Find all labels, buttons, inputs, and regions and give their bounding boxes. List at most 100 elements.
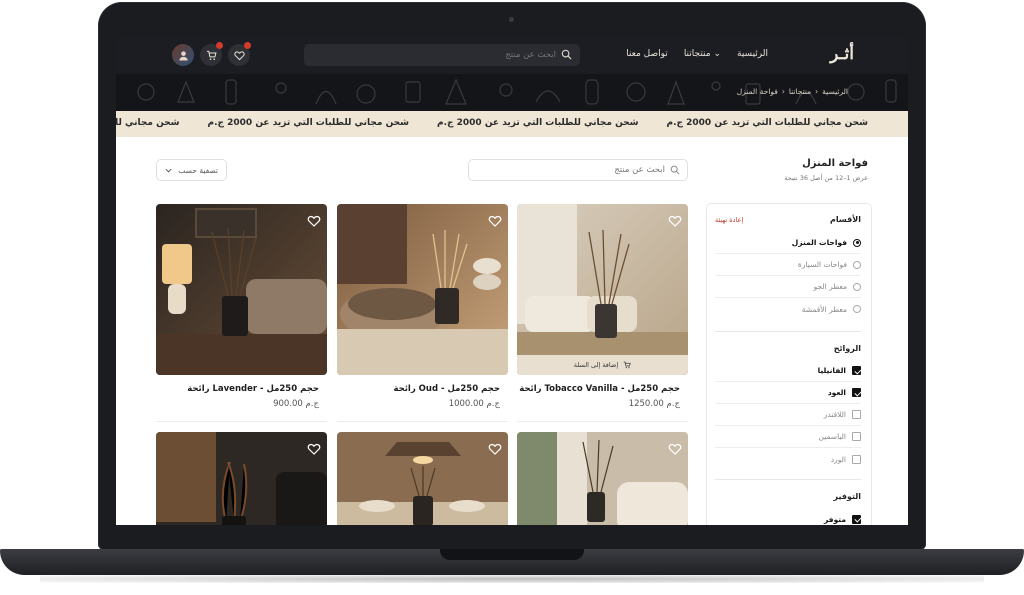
chevron-down-icon: [165, 168, 172, 172]
result-count: عرض 1–12 من أصل 36 نتيجة: [784, 174, 868, 182]
nav-contact[interactable]: تواصل معنا: [626, 49, 668, 59]
shipping-ticker: شحن مجاني للطلبات التي تزيد عن 2000 ج.م …: [116, 111, 908, 137]
heart-icon: [233, 50, 245, 60]
header-icons: [172, 42, 251, 66]
product-image[interactable]: [156, 204, 327, 375]
product-image[interactable]: [156, 432, 327, 525]
hero-banner: الرئيسية › منتجاتنا › فواحة المنزل: [116, 74, 908, 111]
scent-label: اللافندر: [823, 410, 846, 419]
availability-heading: التوفير: [833, 492, 861, 501]
main-nav: الرئيسية منتجاتنا ⌄ تواصل معنا: [626, 49, 768, 59]
heart-icon[interactable]: [488, 214, 502, 228]
heart-icon[interactable]: [668, 442, 682, 456]
availability-option[interactable]: متوفر: [715, 508, 861, 525]
screen: أثـر الرئيسية منتجاتنا ⌄ تواصل معنا ابحث…: [116, 36, 908, 525]
ticker-item: شحن مجاني للطلبات التي تزيد عن 2000 ج.م: [207, 118, 410, 128]
heart-icon[interactable]: [307, 214, 321, 228]
card-divider: [517, 414, 688, 422]
product-name[interactable]: رائحة Lavender - حجم 250مل: [187, 384, 319, 394]
scent-label: الورد: [830, 454, 846, 464]
product-price: 900.00 ج.م: [273, 399, 319, 409]
scents-heading: الروائح: [833, 344, 861, 353]
product-image[interactable]: [337, 432, 508, 525]
laptop-notch: [440, 549, 584, 560]
crumb-products[interactable]: منتجاتنا: [789, 87, 811, 96]
cart-button[interactable]: [200, 42, 223, 66]
radio-button[interactable]: [853, 282, 861, 291]
product-photo: [337, 432, 508, 525]
search-icon[interactable]: [561, 49, 572, 60]
product-image[interactable]: [517, 432, 688, 525]
availability-label: متوفر: [824, 514, 846, 524]
category-option[interactable]: فواحات المنزل: [715, 232, 861, 254]
checkbox[interactable]: [852, 514, 861, 524]
page-title: فواحة المنزل: [802, 158, 868, 169]
scent-label: الفانيليا: [817, 366, 846, 375]
user-avatar[interactable]: [172, 44, 194, 66]
add-to-cart-button[interactable]: إضافة إلى السلة: [517, 355, 688, 375]
category-option[interactable]: فواحات السيارة: [715, 254, 861, 276]
product-image[interactable]: إضافة إلى السلة: [517, 204, 688, 375]
scent-option[interactable]: الورد: [715, 448, 861, 470]
product-name[interactable]: رائحة Oud - حجم 250مل: [393, 384, 500, 394]
divider: [715, 331, 861, 332]
breadcrumb: الرئيسية › منتجاتنا › فواحة المنزل: [737, 87, 848, 96]
checkbox[interactable]: [852, 388, 861, 397]
site-logo[interactable]: أثـر: [830, 44, 854, 64]
heart-icon[interactable]: [668, 214, 682, 228]
reset-filters-link[interactable]: إعادة تهيئة: [715, 216, 743, 224]
category-label: فواحات المنزل: [791, 238, 847, 247]
category-label: معطر الجو: [813, 282, 847, 291]
filter-sidebar: الأقسام إعادة تهيئة فواحات المنزل فواحات…: [706, 203, 872, 525]
scent-option[interactable]: العود: [715, 382, 861, 404]
product-photo: [156, 432, 327, 525]
sort-label: تصفية حسب: [178, 165, 218, 175]
cart-icon: [206, 50, 217, 60]
scent-option[interactable]: الفانيليا: [715, 360, 861, 382]
product-photo: [517, 204, 688, 375]
product-price: 1000.00 ج.م: [448, 399, 500, 409]
nav-products[interactable]: منتجاتنا ⌄: [684, 49, 721, 59]
scent-option[interactable]: الياسمين: [715, 426, 861, 448]
nav-home[interactable]: الرئيسية: [737, 49, 768, 59]
product-photo: [517, 432, 688, 525]
camera-dot: [509, 17, 514, 22]
checkbox[interactable]: [852, 432, 861, 441]
wishlist-button[interactable]: [228, 42, 251, 66]
sort-dropdown[interactable]: تصفية حسب: [156, 159, 227, 181]
categories-heading: الأقسام: [830, 215, 861, 224]
product-photo: [156, 204, 327, 375]
product-search: [468, 159, 688, 181]
category-label: معطر الأقمشة: [801, 304, 847, 314]
radio-button[interactable]: [853, 260, 861, 269]
product-name[interactable]: رائحة Tobacco Vanilla - حجم 250مل: [519, 384, 680, 394]
category-option[interactable]: معطر الجو: [715, 276, 861, 298]
product-search-input[interactable]: [469, 160, 687, 180]
checkbox[interactable]: [852, 454, 861, 464]
product-price: 1250.00 ج.م: [628, 399, 680, 409]
ticker-item: شحن مجاني للطلبات التي تزيد عن 2000 ج.م: [666, 118, 869, 128]
checkbox[interactable]: [852, 410, 861, 419]
header-search: [304, 44, 580, 66]
crumb-home[interactable]: الرئيسية: [822, 87, 848, 96]
crumb-current: فواحة المنزل: [736, 87, 778, 96]
ticker-item: شحن مجاني للطلبات التي تزيد عن 2000 ج.م: [437, 118, 639, 128]
divider: [715, 479, 861, 480]
radio-button[interactable]: [853, 305, 861, 313]
ticker-track: شحن مجاني للطلبات التي تزيد عن 2000 ج.م …: [116, 118, 868, 128]
crumb-sep: ›: [781, 87, 785, 96]
product-image[interactable]: [337, 204, 508, 375]
radio-button[interactable]: [853, 238, 861, 247]
heart-icon[interactable]: [307, 442, 321, 456]
search-icon[interactable]: [670, 165, 680, 175]
checkbox[interactable]: [852, 366, 861, 375]
scent-label: العود: [827, 388, 846, 397]
header-search-input[interactable]: [304, 44, 580, 66]
ticker-item: شحن مجاني للطلبات التي تزيد عن 2000 ج.م: [116, 118, 180, 128]
card-divider: [337, 414, 508, 422]
scent-option[interactable]: اللافندر: [715, 404, 861, 426]
heart-icon[interactable]: [488, 442, 502, 456]
product-photo: [337, 204, 508, 375]
category-option[interactable]: معطر الأقمشة: [715, 298, 861, 320]
scent-label: الياسمين: [818, 432, 846, 441]
